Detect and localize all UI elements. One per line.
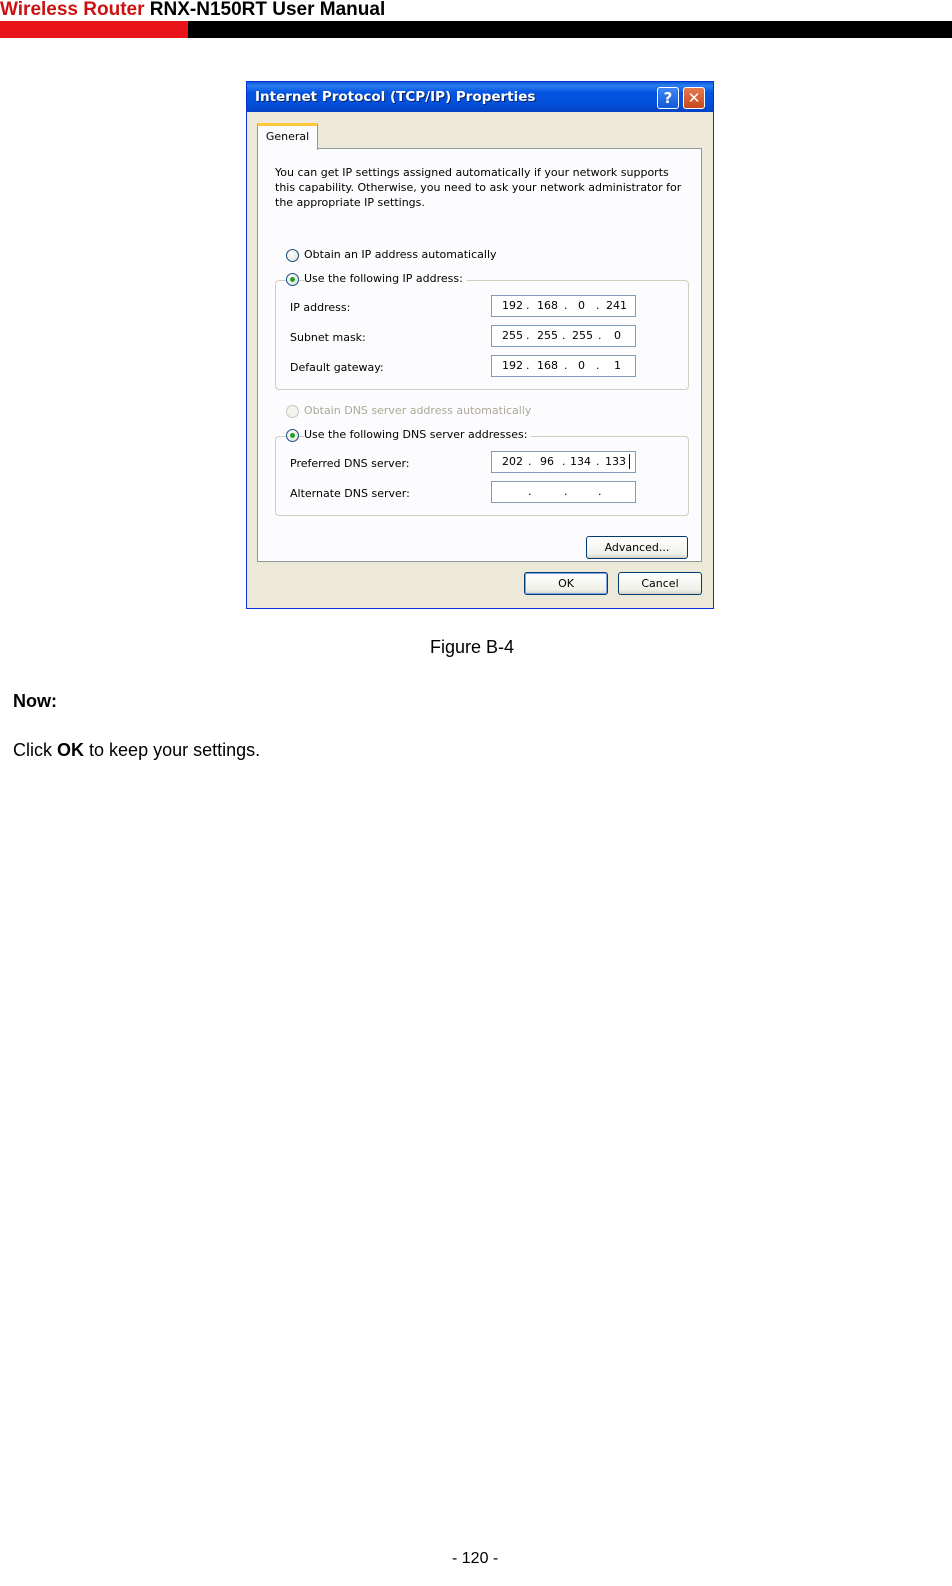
- radio-dns-auto[interactable]: [286, 405, 299, 418]
- manual-brand: Wireless Router: [0, 0, 145, 20]
- radio-dns-auto-label: Obtain DNS server address automatically: [304, 404, 532, 417]
- ip-address-input[interactable]: 192. 168. 0. 241: [491, 295, 636, 317]
- radio-dns-manual-label: Use the following DNS server addresses:: [304, 428, 532, 441]
- preferred-dns-input[interactable]: 202. 96. 134. 133: [491, 451, 636, 473]
- alternate-dns-label: Alternate DNS server:: [290, 487, 410, 500]
- radio-ip-manual-label: Use the following IP address:: [304, 272, 467, 285]
- figure-caption: Figure B-4: [430, 637, 515, 657]
- header-bar-red: [0, 21, 188, 38]
- gateway-label: Default gateway:: [290, 361, 384, 374]
- instruction-ok: OK: [57, 740, 85, 760]
- page-number: - 120 -: [452, 1550, 499, 1567]
- subnet-label: Subnet mask:: [290, 331, 366, 344]
- default-gateway-input[interactable]: 192. 168. 0. 1: [491, 355, 636, 377]
- ok-button[interactable]: OK: [524, 572, 608, 595]
- cancel-button[interactable]: Cancel: [618, 572, 702, 595]
- tab-general[interactable]: General: [257, 123, 318, 150]
- intro-text: You can get IP settings assigned automat…: [275, 166, 682, 209]
- subnet-mask-input[interactable]: 255. 255. 255. 0: [491, 325, 636, 347]
- now-heading: Now:: [13, 691, 57, 711]
- text-cursor: [629, 454, 630, 469]
- dialog-title: Internet Protocol (TCP/IP) Properties: [255, 89, 536, 105]
- ip-label: IP address:: [290, 301, 351, 314]
- dialog-titlebar: Internet Protocol (TCP/IP) Properties ? …: [247, 82, 713, 112]
- instruction-text: Click OK to keep your settings.: [13, 740, 260, 761]
- radio-dns-manual[interactable]: [286, 429, 299, 442]
- close-button[interactable]: ✕: [683, 87, 705, 109]
- help-button[interactable]: ?: [657, 87, 679, 109]
- dns-group: [275, 436, 689, 516]
- instruction-rest: to keep your settings.: [89, 740, 261, 760]
- alternate-dns-input[interactable]: . . .: [491, 481, 636, 503]
- help-icon: ?: [663, 89, 673, 107]
- manual-model: RNX-N150RT User Manual: [149, 0, 386, 20]
- header-bar-black: [188, 21, 952, 38]
- general-panel: You can get IP settings assigned automat…: [257, 148, 702, 562]
- radio-ip-auto-label: Obtain an IP address automatically: [304, 248, 497, 261]
- preferred-dns-label: Preferred DNS server:: [290, 457, 410, 470]
- radio-ip-auto[interactable]: [286, 249, 299, 262]
- advanced-button[interactable]: Advanced...: [586, 536, 688, 559]
- close-icon: ✕: [687, 89, 701, 107]
- manual-header: Wireless Router RNX-N150RT User Manual: [0, 0, 952, 40]
- radio-ip-manual[interactable]: [286, 273, 299, 286]
- manual-title: Wireless Router RNX-N150RT User Manual: [0, 0, 385, 21]
- tcpip-properties-dialog: Internet Protocol (TCP/IP) Properties ? …: [246, 81, 714, 609]
- instruction-click: Click: [13, 740, 52, 760]
